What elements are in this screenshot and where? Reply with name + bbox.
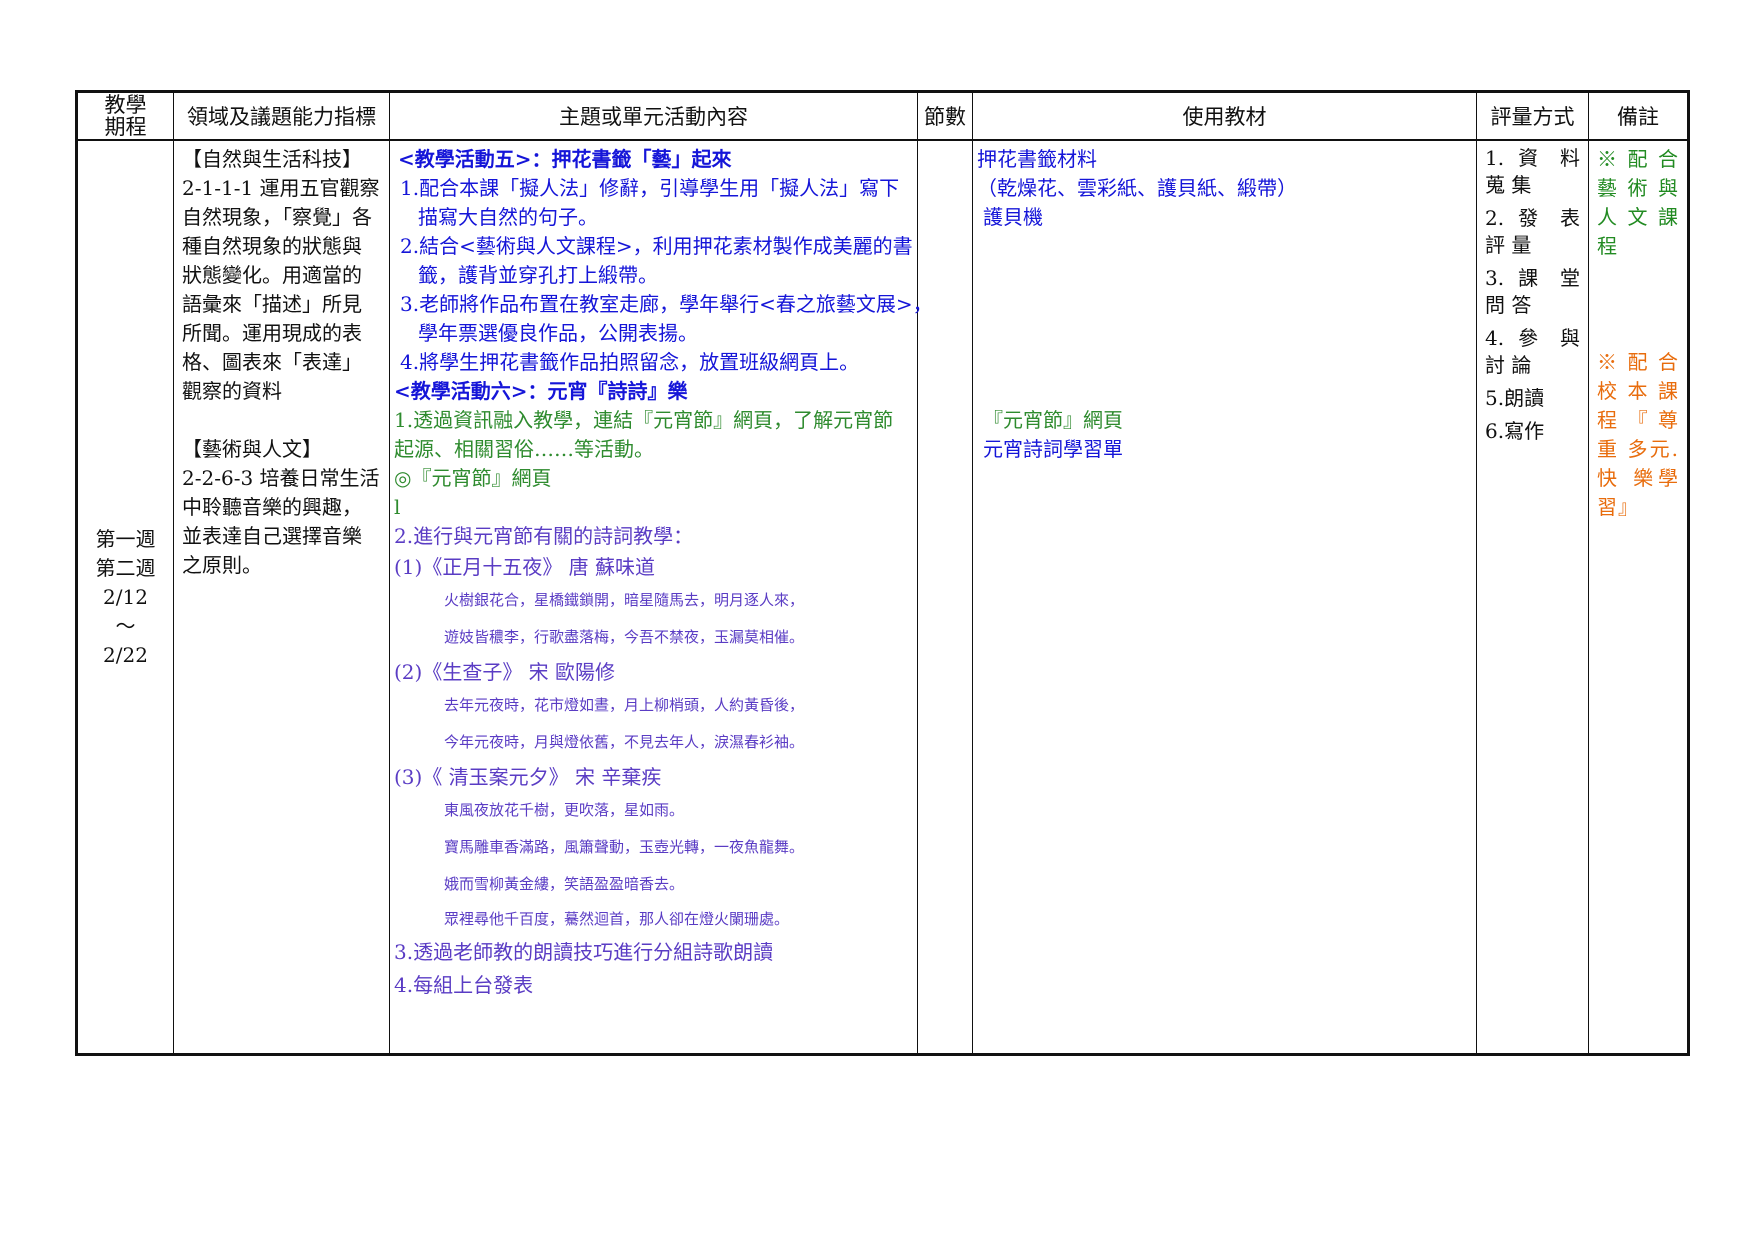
arts-title: 【藝術與人文】	[182, 437, 322, 461]
poem-title: (2)《生查子》 宋 歐陽修	[394, 660, 616, 684]
sessions-cell	[917, 139, 973, 1055]
notes-cell: ※ 配 合 藝 術 與 人 文 課 程 ※ 配 合 校 本 課 程『尊重 多元.…	[1588, 139, 1689, 1055]
activity-5-title: <教學活動五>：押花書籤「藝」起來	[398, 147, 732, 171]
indicators-cell: 【自然與生活科技】 2-1-1-1 運用五官觀察 自然現象，「察覺」各 種自然現…	[173, 139, 390, 1055]
activity-6-intro: 1.透過資訊融入教學，連結『元宵節』網頁，了解元宵節 起源、相關習俗……等活動。…	[394, 406, 915, 522]
science-title: 【自然與生活科技】	[182, 147, 362, 171]
header-content: 主題或單元活動內容	[389, 91, 918, 141]
content-cell: <教學活動五>：押花書籤「藝」起來 1.配合本課「擬人法」修辭，引導學生用「擬人…	[389, 139, 933, 1055]
materials-cell: 押花書籤材料 （乾燥花、雲彩紙、護貝紙、緞帶） 護貝機 『元宵節』網頁 元宵詩詞…	[972, 139, 1477, 1055]
header-indicators: 領域及議題能力指標	[173, 91, 390, 141]
period-cell: 第一週 第二週 2/12 ～ 2/22	[76, 139, 174, 1055]
header-materials: 使用教材	[972, 91, 1477, 141]
lesson-plan-table: 教學 期程 領域及議題能力指標 主題或單元活動內容 節數 使用教材 評量方式 備…	[75, 90, 1690, 1056]
poetry-section: 2.進行與元宵節有關的詩詞教學： (1)《正月十五夜》 唐 蘇味道 火樹銀花合，…	[394, 522, 915, 1002]
header-evaluation: 評量方式	[1476, 91, 1589, 141]
note-school-curriculum: ※ 配 合 校 本 課 程『尊重 多元.快 樂學習』	[1597, 350, 1679, 519]
header-period: 教學 期程	[76, 91, 174, 141]
poem-title: (1)《正月十五夜》 唐 蘇味道	[394, 555, 656, 579]
poem-title: (3)《 清玉案元夕》 宋 辛棄疾	[394, 765, 662, 789]
table-header-row: 教學 期程 領域及議題能力指標 主題或單元活動內容 節數 使用教材 評量方式 備…	[76, 91, 1689, 141]
header-sessions: 節數	[917, 91, 973, 141]
activity-6-title: <教學活動六>：元宵『詩詩』樂	[394, 379, 688, 403]
note-arts: ※ 配 合 藝 術 與 人 文 課 程	[1597, 147, 1679, 258]
activity-5-list: 1.配合本課「擬人法」修辭，引導學生用「擬人法」寫下 描寫大自然的句子。 2.結…	[400, 176, 933, 374]
lesson-plan-page: 教學 期程 領域及議題能力指標 主題或單元活動內容 節數 使用教材 評量方式 備…	[0, 0, 1754, 1241]
header-notes: 備註	[1588, 91, 1689, 141]
table-row: 第一週 第二週 2/12 ～ 2/22 【自然與生活科技】 2-1-1-1 運用…	[76, 139, 1689, 1055]
website-link: ◎『元宵節』網頁	[394, 466, 552, 490]
evaluation-cell: 1. 資 料 蒐 集 2. 發 表 評 量 3. 課 堂 問 答 4. 參 與 …	[1476, 139, 1589, 1055]
